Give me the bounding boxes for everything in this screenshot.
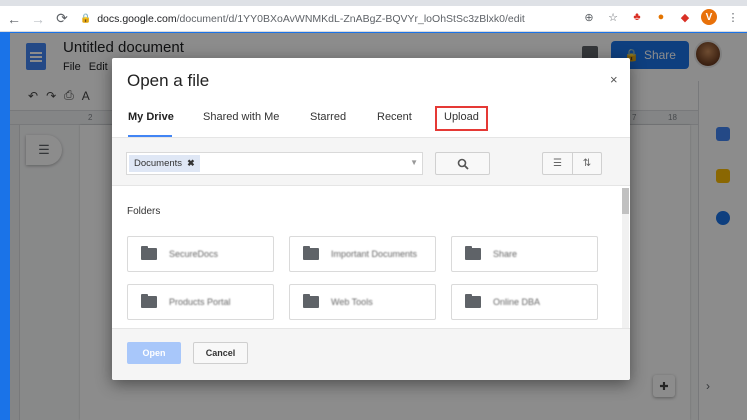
url-host: docs.google.com [97, 12, 177, 25]
tab-my-drive[interactable]: My Drive [128, 111, 174, 123]
cancel-button[interactable]: Cancel [193, 342, 248, 364]
folder-item[interactable]: Share [451, 236, 598, 272]
folder-item[interactable]: Important Documents [289, 236, 436, 272]
dialog-title: Open a file [127, 71, 210, 90]
open-file-dialog: Open a file × My Drive Shared with Me St… [112, 58, 630, 380]
lock-icon: 🔒 [80, 13, 92, 23]
folder-name: Online DBA [493, 297, 541, 307]
filter-chip[interactable]: Documents ✖ [129, 155, 200, 172]
folder-name: Web Tools [331, 297, 373, 307]
extension-icon[interactable]: ♣ [629, 9, 645, 25]
filter-chip-label: Documents [134, 158, 183, 169]
folder-item[interactable]: Web Tools [289, 284, 436, 320]
profile-avatar[interactable]: V [701, 9, 717, 25]
menu-kebab-icon[interactable]: ⋮ [725, 9, 741, 25]
dialog-tabs: My Drive Shared with Me Starred Recent U… [112, 104, 630, 137]
list-view-icon[interactable]: ☰ [543, 153, 572, 174]
url-text[interactable]: docs.google.com/document/d/1YY0BXoAvWNMK… [97, 13, 525, 25]
folder-icon [141, 294, 157, 308]
folder-name: Share [493, 249, 518, 259]
sort-az-icon[interactable]: ⇅ [571, 153, 601, 174]
shared-folder-icon [465, 246, 481, 260]
remove-filter-icon[interactable]: ✖ [187, 158, 195, 169]
chevron-down-icon[interactable]: ▼ [410, 158, 418, 167]
file-browser: Folders SecureDocs Important Documents S… [112, 187, 630, 327]
scrollbar[interactable] [622, 188, 629, 328]
dialog-footer: Open Cancel [112, 328, 630, 380]
extension-shield-icon[interactable]: ◆ [677, 9, 693, 25]
folders-heading: Folders [127, 206, 161, 217]
search-input[interactable]: Documents ✖ ▼ [126, 152, 423, 175]
view-toggle: ☰ ⇅ [542, 152, 602, 175]
folder-icon [141, 246, 157, 260]
tab-recent[interactable]: Recent [377, 111, 412, 123]
address-bar: ← → ⟳ 🔒 docs.google.com/document/d/1YY0B… [0, 6, 747, 32]
folder-name: Products Portal [169, 297, 231, 307]
tab-starred[interactable]: Starred [310, 111, 346, 123]
close-icon[interactable]: × [610, 72, 618, 87]
open-button[interactable]: Open [127, 342, 181, 364]
back-arrow-icon[interactable]: ← [4, 9, 24, 29]
scroll-thumb[interactable] [622, 188, 629, 214]
folder-name: Important Documents [331, 249, 418, 259]
folder-item[interactable]: Online DBA [451, 284, 598, 320]
upload-tab-highlight [435, 106, 488, 131]
zoom-icon[interactable]: ⊕ [581, 9, 597, 25]
folder-item[interactable]: SecureDocs [127, 236, 274, 272]
folder-item[interactable]: Products Portal [127, 284, 274, 320]
tab-shared-with-me[interactable]: Shared with Me [203, 111, 279, 123]
shared-folder-icon [465, 294, 481, 308]
shared-folder-icon [303, 294, 319, 308]
search-row: Documents ✖ ▼ ☰ ⇅ [112, 138, 630, 186]
forward-arrow-icon[interactable]: → [28, 9, 48, 29]
search-icon [457, 158, 469, 170]
url-path: /document/d/1YY0BXoAvWNMKdL-ZnABgZ-BQVYr… [176, 12, 525, 25]
extension-cookie-icon[interactable]: ● [653, 9, 669, 25]
reload-icon[interactable]: ⟳ [52, 9, 72, 29]
folder-icon [303, 246, 319, 260]
bookmark-star-icon[interactable]: ☆ [605, 9, 621, 25]
search-button[interactable] [435, 152, 490, 175]
folder-name: SecureDocs [169, 249, 219, 259]
